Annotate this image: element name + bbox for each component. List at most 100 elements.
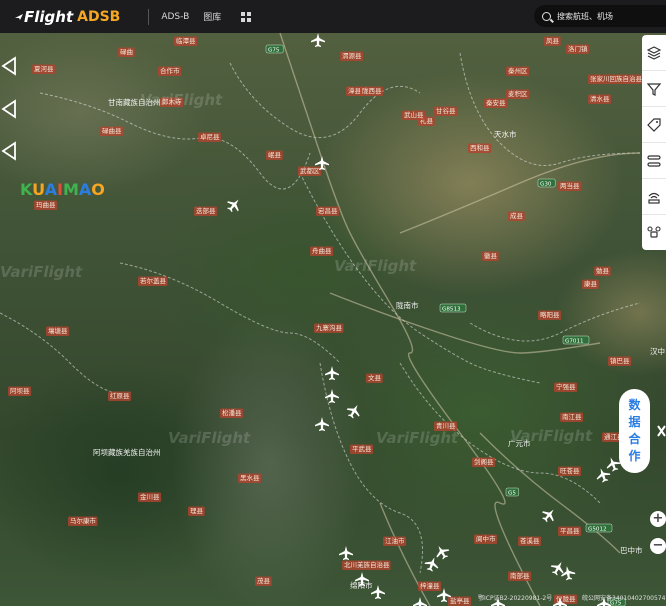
- panel-toggle-icon[interactable]: [0, 141, 18, 161]
- aircraft-icon[interactable]: [325, 366, 339, 380]
- place-label: 陇西县: [362, 86, 382, 95]
- place-label: 武都区: [300, 166, 320, 175]
- place-label: 两当县: [560, 181, 580, 190]
- place-label: 勉县: [596, 266, 610, 275]
- divider: [148, 8, 150, 25]
- place-label: 漳县: [348, 86, 362, 95]
- place-label: 平武县: [352, 444, 372, 453]
- place-label: 苍溪县: [520, 536, 540, 545]
- place-label: 阿坝藏族羌族自治州: [93, 447, 161, 457]
- map[interactable]: 甘南藏族自治州 天水市 陇南市 广元市 绵阳市 阿坝藏族羌族自治州 巴中市 汉中 合作市 碌曲县迭…: [0, 33, 666, 606]
- place-label: 马尔康市: [70, 516, 97, 525]
- road-shield-label: G8513: [442, 306, 461, 312]
- place-label: 剑阁县: [474, 457, 494, 466]
- zoom-in-button[interactable]: +: [650, 511, 666, 527]
- search-icon: [542, 11, 551, 21]
- place-label: 渭源县: [342, 51, 362, 60]
- place-label: 碌曲县: [102, 126, 122, 135]
- map-overlay: 甘南藏族自治州天水市陇南市广元市绵阳市阿坝藏族羌族自治州巴中市汉中合作市碌曲县迭…: [0, 33, 665, 606]
- place-label: 平昌县: [560, 527, 580, 535]
- aircraft-icon[interactable]: [432, 542, 451, 561]
- watermark-text: VariFlight: [334, 257, 417, 275]
- aircraft-icon[interactable]: [311, 33, 325, 47]
- highway: [329, 292, 601, 354]
- place-label: 徽县: [484, 251, 498, 260]
- place-label: 张家川回族自治县: [590, 74, 643, 83]
- cooperate-char: 数: [628, 398, 641, 412]
- radar-button[interactable]: [642, 179, 666, 215]
- tag-button[interactable]: [642, 107, 666, 143]
- watermark-text: VariFlight: [168, 429, 251, 447]
- apps-grid-icon[interactable]: [241, 11, 252, 22]
- layers-button[interactable]: [642, 35, 666, 71]
- icp-link[interactable]: 鄂ICP证B2-20220981-2号: [478, 593, 552, 602]
- province-border: [229, 62, 421, 139]
- police-link[interactable]: 皖公网安备34010402700574: [582, 593, 665, 602]
- place-label: 秦州区: [508, 66, 528, 75]
- place-label: 秦安县: [486, 98, 506, 107]
- plane-logo-icon: [15, 13, 23, 20]
- cooperate-char: 合: [628, 432, 641, 446]
- route-button[interactable]: [642, 143, 666, 179]
- place-label: 茂县: [257, 576, 271, 585]
- aircraft-icon[interactable]: [224, 195, 244, 215]
- watermark-text: VariFlight: [0, 263, 83, 281]
- place-label: 北川羌族自治县: [344, 560, 390, 569]
- place-label: 宕昌县: [318, 206, 338, 215]
- province-border: [0, 312, 121, 394]
- aircraft-icon[interactable]: [315, 417, 329, 431]
- place-label: 迭部县: [196, 206, 216, 215]
- place-label: 凤县: [546, 37, 560, 45]
- place-label: 夏河县: [34, 65, 54, 73]
- layers-icon: [647, 45, 661, 60]
- place-label: 阆中市: [476, 534, 496, 543]
- watermark-text: VariFlight: [376, 429, 459, 447]
- top-bar: Flight ADSB ADS-B 图库: [0, 0, 666, 33]
- zoom-out-button[interactable]: −: [650, 538, 666, 554]
- aircraft-icon[interactable]: [423, 555, 441, 573]
- aircraft-icon[interactable]: [325, 389, 339, 403]
- filter-button[interactable]: [642, 71, 666, 107]
- place-label: 汉中: [650, 346, 665, 356]
- place-label: 武山县: [404, 110, 424, 119]
- nav-adsb[interactable]: ADS-B: [161, 12, 189, 22]
- road-shield-label: G30: [540, 181, 552, 187]
- route-icon: [647, 154, 661, 167]
- place-label: 天水市: [494, 129, 517, 139]
- aircraft-icon[interactable]: [344, 401, 363, 420]
- aircraft-icon[interactable]: [539, 505, 559, 525]
- panel-toggle-icon[interactable]: [0, 56, 18, 76]
- place-label: 宁强县: [556, 382, 576, 391]
- place-label: 阿坝县: [10, 386, 30, 395]
- place-label: 九寨沟县: [316, 323, 343, 332]
- panel-toggle-icon[interactable]: [0, 99, 18, 119]
- road-shield-label: G75: [268, 47, 280, 53]
- filter-icon: [647, 82, 661, 96]
- place-label: 甘谷县: [436, 106, 456, 115]
- place-label: 梓潼县: [420, 581, 440, 590]
- place-label: 镇巴县: [610, 356, 630, 365]
- drone-button[interactable]: [642, 215, 666, 250]
- aircraft-icon[interactable]: [339, 546, 353, 560]
- close-icon[interactable]: [656, 423, 666, 439]
- place-label: 成县: [510, 211, 524, 220]
- place-label: 理县: [190, 507, 204, 515]
- place-label: 南江县: [562, 412, 582, 421]
- search-input[interactable]: [557, 11, 657, 21]
- place-label: 红原县: [110, 391, 130, 400]
- aircraft-icon[interactable]: [594, 466, 612, 484]
- place-label: 西和县: [470, 143, 490, 152]
- place-label: 舟曲县: [312, 246, 332, 255]
- data-cooperation-button[interactable]: 数 据 合 作: [619, 389, 650, 473]
- nav-gallery[interactable]: 图库: [203, 10, 221, 23]
- search-box[interactable]: [534, 5, 666, 27]
- place-label: 文县: [368, 373, 382, 382]
- province-border: [319, 362, 423, 574]
- place-label: 麦积区: [508, 89, 528, 98]
- logo[interactable]: Flight ADSB: [14, 8, 120, 26]
- road-shield-label: G5: [508, 490, 516, 496]
- place-label: 南部县: [510, 571, 530, 580]
- place-label: 江油市: [385, 536, 405, 545]
- place-label: 清水县: [590, 94, 610, 103]
- place-label: 康县: [584, 279, 598, 288]
